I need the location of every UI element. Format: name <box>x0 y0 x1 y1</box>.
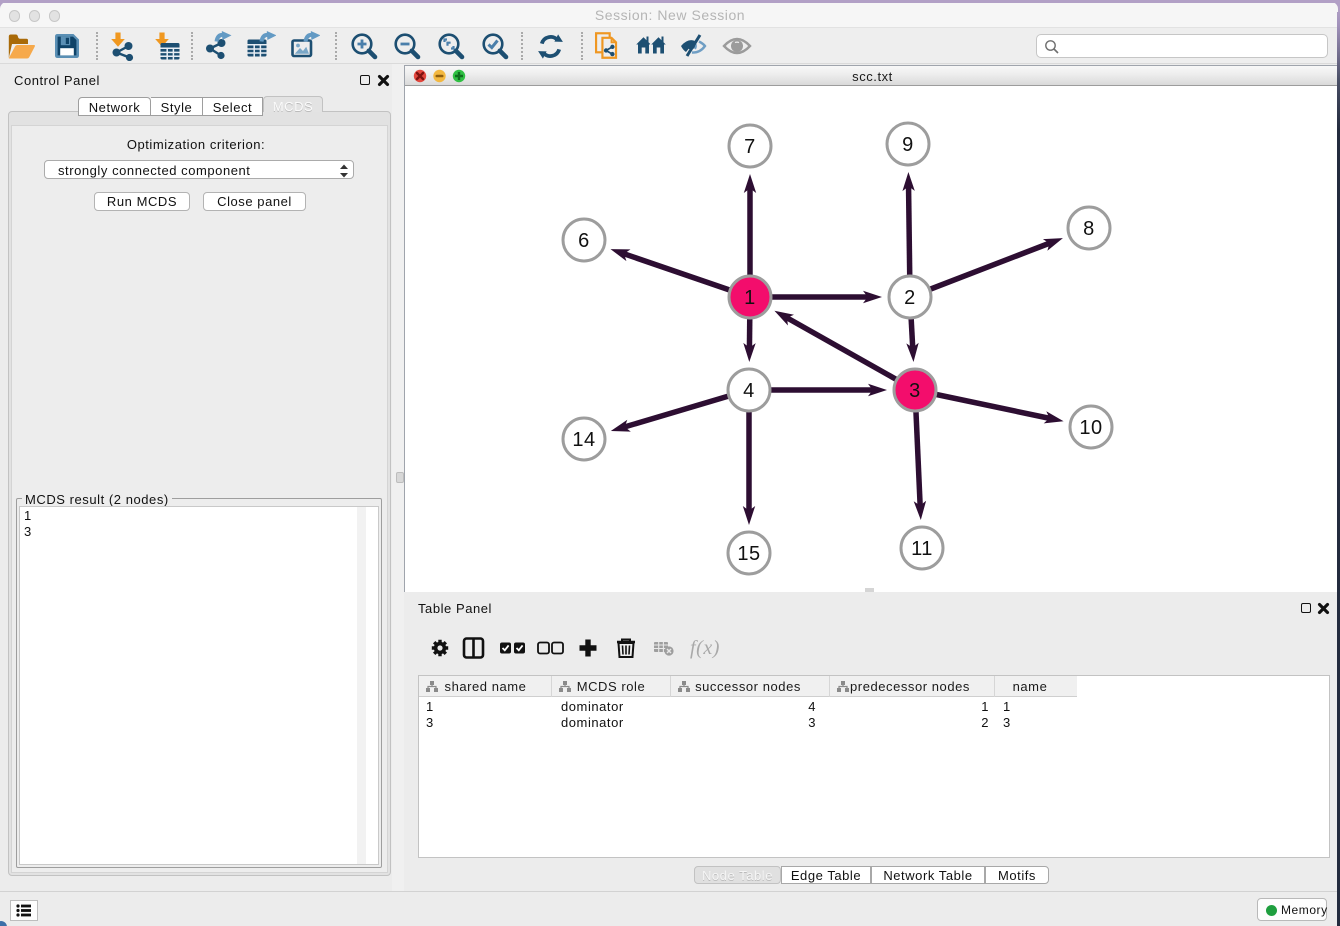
svg-text:15: 15 <box>737 543 760 565</box>
svg-text:11: 11 <box>911 538 933 560</box>
svg-text:f(x): f(x) <box>690 637 720 659</box>
svg-text:10: 10 <box>1079 417 1102 439</box>
svg-text:6: 6 <box>578 230 590 252</box>
svg-text:8: 8 <box>1083 218 1095 240</box>
svg-text:14: 14 <box>572 429 595 451</box>
svg-text:1: 1 <box>744 287 756 309</box>
svg-text:2: 2 <box>904 287 916 309</box>
svg-text:3: 3 <box>909 380 921 402</box>
svg-text:4: 4 <box>743 380 755 402</box>
svg-text:9: 9 <box>902 134 914 156</box>
svg-text:7: 7 <box>744 136 756 158</box>
